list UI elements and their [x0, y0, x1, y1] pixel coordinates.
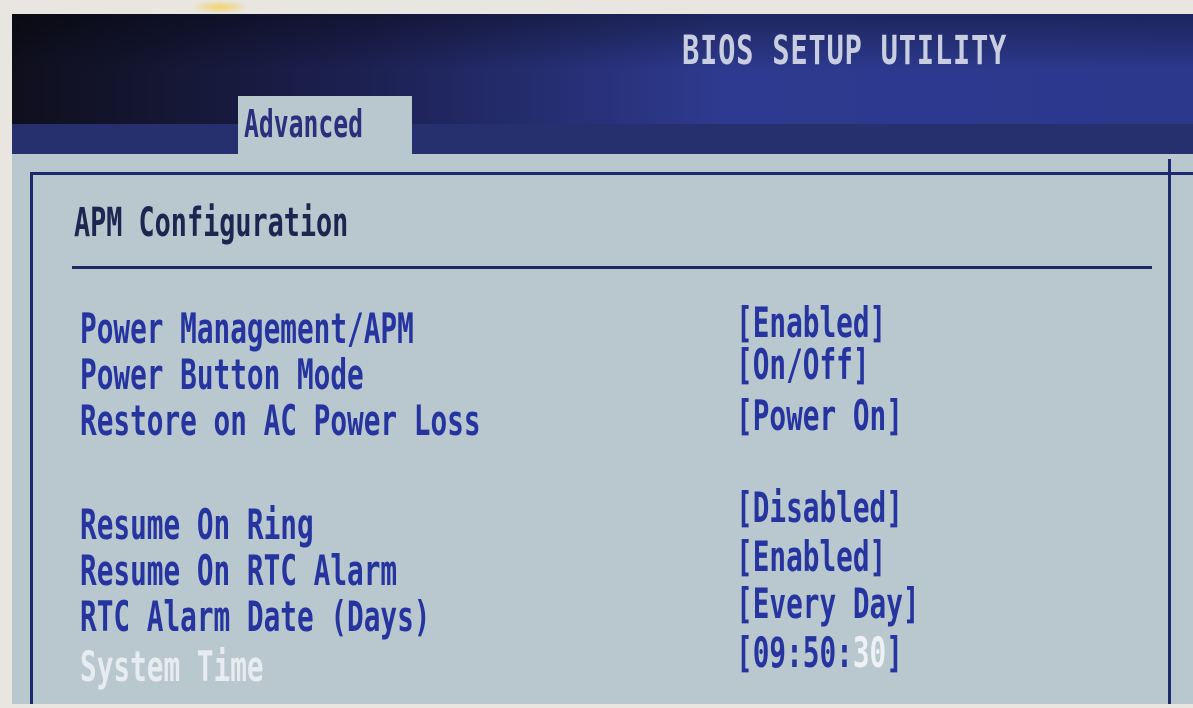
setting-label-resume-on-ring[interactable]: Resume On Ring: [80, 500, 314, 549]
setting-value-power-button-mode[interactable]: [On/Off]: [736, 340, 870, 389]
bios-screen: BIOS SETUP UTILITY Advanced APM Configur…: [12, 14, 1193, 704]
setting-label-power-management[interactable]: Power Management/APM: [80, 304, 414, 353]
monitor-bezel: BIOS SETUP UTILITY Advanced APM Configur…: [0, 0, 1193, 708]
tab-advanced-label: Advanced: [244, 102, 363, 146]
setting-label-restore-ac-power-loss[interactable]: Restore on AC Power Loss: [80, 396, 481, 445]
system-time-prefix: [09:50:: [736, 628, 853, 677]
setting-value-resume-on-ring[interactable]: [Disabled]: [736, 483, 903, 532]
camera-glare: [190, 0, 250, 14]
setting-label-rtc-alarm-date[interactable]: RTC Alarm Date (Days): [80, 592, 430, 641]
setting-label-system-time: System Time: [80, 642, 264, 691]
setting-label-resume-on-rtc-alarm[interactable]: Resume On RTC Alarm: [80, 546, 397, 595]
utility-title: BIOS SETUP UTILITY: [682, 28, 1008, 74]
setting-value-resume-on-rtc-alarm[interactable]: [Enabled]: [736, 532, 886, 581]
section-title: APM Configuration: [74, 200, 349, 246]
content-divider: [1168, 159, 1171, 704]
setting-value-system-time[interactable]: [09:50:30]: [736, 628, 903, 677]
tab-strip: [12, 124, 1193, 154]
system-time-seconds-selected[interactable]: 30: [853, 628, 886, 677]
system-time-suffix: ]: [886, 628, 903, 677]
setting-value-restore-ac-power-loss[interactable]: [Power On]: [736, 391, 903, 440]
setting-value-rtc-alarm-date[interactable]: [Every Day]: [736, 579, 920, 628]
setting-label-power-button-mode[interactable]: Power Button Mode: [80, 350, 364, 399]
section-divider: [72, 266, 1152, 269]
tab-advanced[interactable]: Advanced: [238, 96, 412, 154]
